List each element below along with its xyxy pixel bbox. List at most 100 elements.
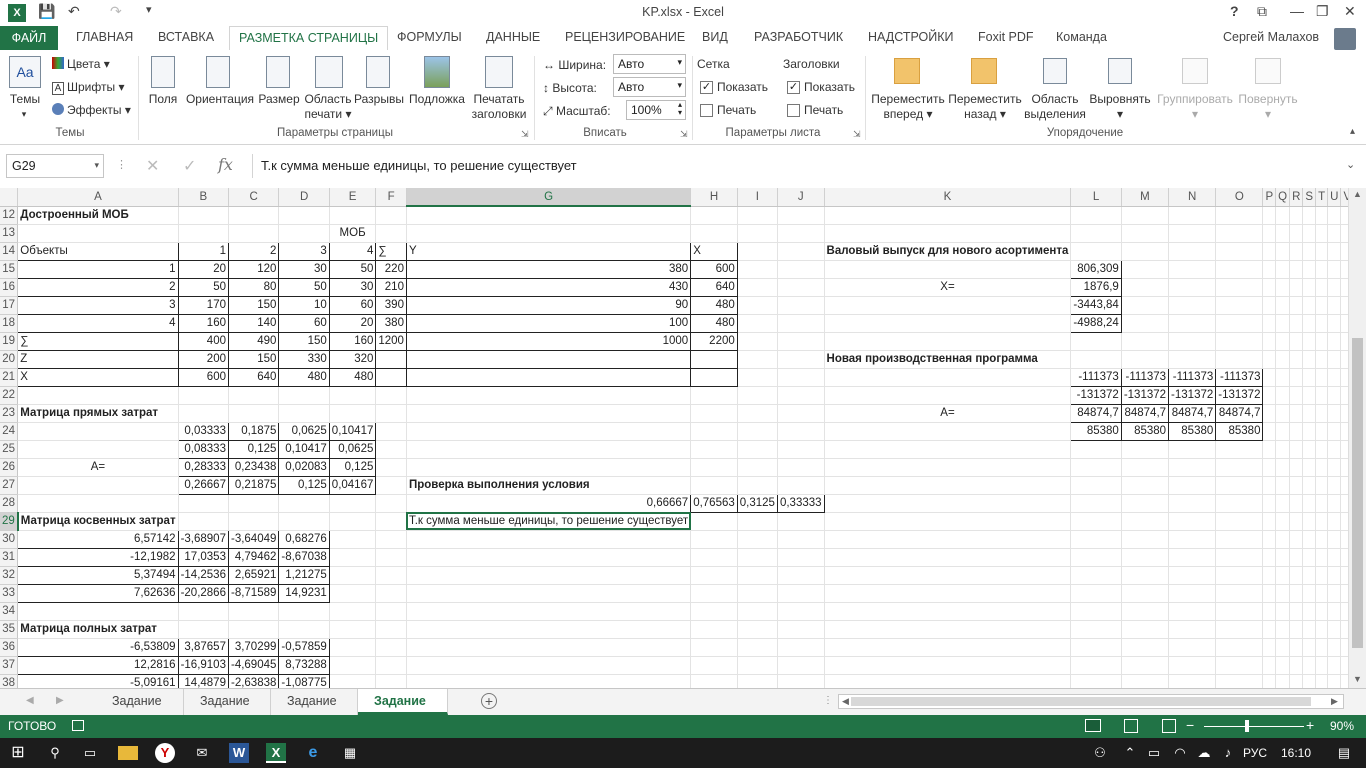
column-header-T[interactable]: T [1315, 188, 1329, 207]
cell-C18[interactable]: 140 [227, 313, 280, 333]
cell-L22[interactable]: -131372 [1070, 385, 1122, 405]
cell-M13[interactable] [1121, 224, 1170, 243]
cell-T29[interactable] [1315, 512, 1329, 531]
cell-A30[interactable]: 6,57142 [17, 529, 179, 549]
cell-U34[interactable] [1327, 602, 1342, 621]
cell-A35[interactable]: Матрица полных затрат [17, 620, 179, 639]
cell-P25[interactable] [1262, 440, 1277, 459]
cell-P19[interactable] [1262, 332, 1277, 351]
cell-K18[interactable] [824, 314, 1072, 333]
cell-T14[interactable] [1315, 242, 1329, 261]
yandex-browser-icon[interactable]: Y [155, 743, 175, 763]
cell-T35[interactable] [1315, 620, 1329, 639]
cell-H14[interactable]: X [690, 241, 738, 261]
cell-G17[interactable]: 90 [405, 295, 692, 315]
cell-A37[interactable]: 12,2816 [17, 655, 179, 675]
cell-M29[interactable] [1121, 512, 1170, 531]
cell-C13[interactable] [228, 224, 280, 243]
cell-E20[interactable]: 320 [328, 349, 377, 369]
column-header-G[interactable]: G [406, 188, 692, 207]
cell-E25[interactable]: 0,0625 [328, 439, 377, 459]
cell-A29[interactable]: Матрица косвенных затрат [17, 512, 179, 531]
cell-P35[interactable] [1262, 620, 1277, 639]
cell-S12[interactable] [1302, 206, 1317, 225]
cell-N38[interactable] [1168, 674, 1217, 688]
cell-Q37[interactable] [1275, 656, 1291, 675]
cell-J38[interactable] [777, 674, 825, 688]
cell-N13[interactable] [1168, 224, 1217, 243]
cell-Q26[interactable] [1275, 458, 1291, 477]
insert-function-icon[interactable]: fx [218, 155, 233, 174]
cell-K28[interactable] [824, 494, 1072, 513]
sheet-options-launcher-icon[interactable]: ⇲ [853, 129, 861, 140]
cell-S14[interactable] [1302, 242, 1317, 261]
cell-H30[interactable] [690, 530, 738, 549]
scroll-down-icon[interactable]: ▼ [1353, 674, 1362, 684]
cell-M15[interactable] [1121, 260, 1170, 279]
confirm-entry-icon[interactable]: ✓ [183, 156, 196, 176]
cell-J14[interactable] [777, 242, 825, 261]
cell-D34[interactable] [278, 602, 330, 621]
excel-icon[interactable]: X [8, 4, 26, 22]
effects-button[interactable]: Эффекты ▾ [52, 103, 131, 117]
vertical-scroll-thumb[interactable] [1352, 338, 1363, 648]
cell-R13[interactable] [1289, 224, 1304, 243]
cell-O29[interactable] [1215, 512, 1264, 531]
cell-O13[interactable] [1215, 224, 1264, 243]
cell-U26[interactable] [1327, 458, 1342, 477]
cell-U37[interactable] [1327, 656, 1342, 675]
cell-Q15[interactable] [1275, 260, 1291, 279]
cell-E27[interactable]: 0,04167 [328, 475, 377, 495]
cell-B30[interactable]: -3,68907 [177, 529, 229, 549]
cell-H13[interactable] [690, 224, 738, 243]
cell-O31[interactable] [1215, 548, 1264, 567]
cell-E38[interactable] [329, 674, 377, 688]
cell-J17[interactable] [777, 296, 825, 315]
cell-H19[interactable]: 2200 [690, 331, 738, 351]
cell-G25[interactable] [406, 440, 692, 459]
cell-S31[interactable] [1302, 548, 1317, 567]
cell-P31[interactable] [1262, 548, 1277, 567]
cell-B12[interactable] [178, 206, 229, 225]
cell-U36[interactable] [1327, 638, 1342, 657]
cell-D28[interactable] [278, 494, 330, 513]
cell-P32[interactable] [1262, 566, 1277, 585]
cell-H21[interactable] [690, 367, 738, 387]
cell-N35[interactable] [1168, 620, 1217, 639]
page-break-view-icon[interactable] [1162, 719, 1176, 733]
cell-S30[interactable] [1302, 530, 1317, 549]
cell-Q29[interactable] [1275, 512, 1291, 531]
cell-N21[interactable]: -111373 [1168, 367, 1217, 387]
cell-G36[interactable] [406, 638, 692, 657]
cell-V16[interactable] [1340, 278, 1348, 297]
print-area-icon[interactable] [315, 56, 343, 88]
background-button[interactable]: Подложка [407, 92, 467, 107]
rotate-button[interactable]: Повернуть ▾ [1236, 92, 1300, 122]
scroll-up-icon[interactable]: ▲ [1353, 189, 1362, 199]
cell-T23[interactable] [1315, 404, 1329, 423]
cell-C27[interactable]: 0,21875 [227, 475, 280, 495]
cell-D30[interactable]: 0,68276 [278, 529, 330, 549]
cell-J19[interactable] [777, 332, 825, 351]
cell-N15[interactable] [1168, 260, 1217, 279]
cell-D15[interactable]: 30 [278, 259, 330, 279]
cell-E35[interactable] [329, 620, 377, 639]
battery-icon[interactable]: ▭ [1144, 743, 1164, 763]
cell-C24[interactable]: 0,1875 [227, 421, 280, 441]
edge-icon[interactable]: e [303, 743, 323, 763]
cell-T26[interactable] [1315, 458, 1329, 477]
row-header-24[interactable]: 24 [0, 422, 19, 441]
help-icon[interactable]: ? [1230, 3, 1239, 19]
cell-Q34[interactable] [1275, 602, 1291, 621]
cell-F35[interactable] [375, 620, 407, 639]
cell-O21[interactable]: -111373 [1215, 367, 1264, 387]
row-header-15[interactable]: 15 [0, 260, 19, 279]
horizontal-scrollbar[interactable]: ◀ ▶ [838, 694, 1344, 709]
expand-formula-icon[interactable]: ⌄ [1346, 158, 1355, 171]
background-icon[interactable] [424, 56, 450, 88]
avatar[interactable] [1334, 28, 1356, 50]
cell-H33[interactable] [690, 584, 738, 603]
tab-team[interactable]: Команда [1056, 30, 1107, 44]
cell-K26[interactable] [824, 458, 1072, 477]
cell-C12[interactable] [228, 206, 280, 225]
